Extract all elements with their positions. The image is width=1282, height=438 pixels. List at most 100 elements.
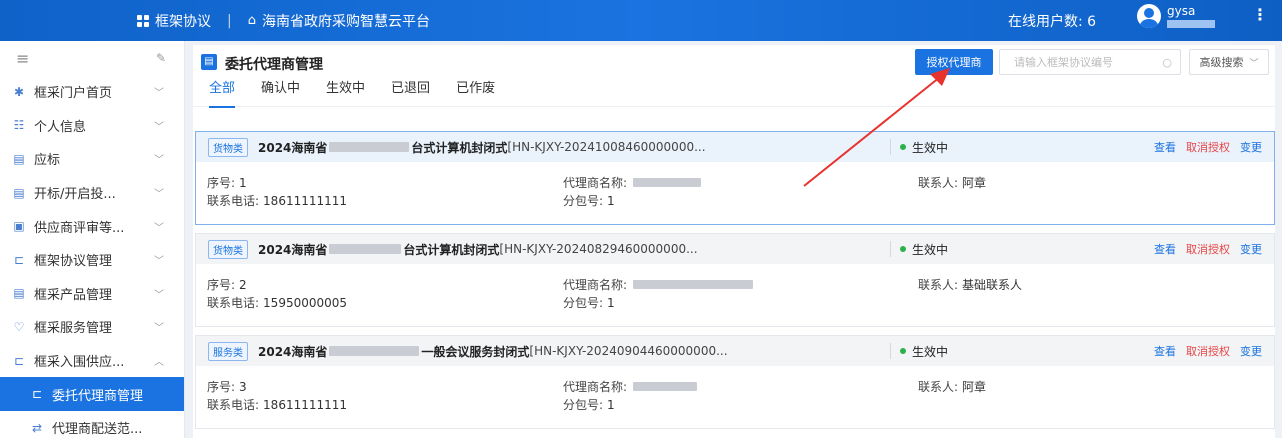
field-value: 1 [607, 193, 615, 208]
card-actions: 查看 取消授权 变更 [1144, 234, 1262, 264]
chevron-down-icon: ﹀ [154, 256, 164, 268]
username[interactable]: gysa [1167, 4, 1195, 18]
advanced-search-button[interactable]: 高级搜索 ﹀ [1189, 49, 1269, 75]
card-header: 货物类 2024海南省 台式计算机封闭式 [HN-KJXY-2024082946… [196, 234, 1274, 264]
top-bar: 框架协议 | ⌂ 海南省政府采购智慧云平台 在线用户数: 6 gysa ⋮ [0, 0, 1282, 41]
sidebar-item-bidding[interactable]: ▤ 应标 ﹀ [0, 142, 184, 176]
agent-card[interactable]: 服务类 2024海南省 一般会议服务封闭式 [HN-KJXY-202409044… [195, 335, 1275, 429]
agreement-title[interactable]: 2024海南省 一般会议服务封闭式 [HN-KJXY-2024090446000… [258, 343, 728, 360]
field-value: 15950000005 [263, 295, 348, 310]
field-label: 联系电话: [207, 296, 260, 310]
hamburger-menu-icon[interactable]: ≡ [16, 49, 29, 68]
page-scrollbar[interactable] [1276, 45, 1282, 438]
agreement-code: [HN-KJXY-20240904460000000... [529, 344, 728, 358]
status-badge: 生效中 [900, 132, 948, 162]
title-prefix: 2024海南省 [258, 344, 328, 359]
search-icon[interactable]: ○ [1162, 56, 1172, 69]
status-text: 生效中 [912, 140, 949, 155]
agreement-title[interactable]: 2024海南省 台式计算机封闭式 [HN-KJXY-20240829460000… [258, 241, 698, 258]
sidebar-item-portal-home[interactable]: ✱ 框采门户首页 ﹀ [0, 75, 184, 109]
divider [890, 241, 891, 257]
agreement-number-input[interactable] [1014, 55, 1163, 69]
app-name[interactable]: 框架协议 [155, 11, 211, 31]
platform-name[interactable]: 海南省政府采购智慧云平台 [262, 11, 430, 31]
field-label: 分包号: [563, 398, 604, 412]
home-icon[interactable]: ⌂ [248, 13, 256, 28]
document-icon: ▤ [201, 54, 217, 70]
tab-effective[interactable]: 生效中 [326, 79, 365, 107]
sidebar-item-product-management[interactable]: ▤ 框采产品管理 ﹀ [0, 277, 184, 311]
field-value: 阿章 [962, 176, 987, 190]
change-button[interactable]: 变更 [1240, 241, 1262, 257]
category-tag: 服务类 [208, 341, 248, 361]
card-header: 货物类 2024海南省 台式计算机封闭式 [HN-KJXY-2024100846… [196, 132, 1274, 162]
agent-card[interactable]: 货物类 2024海南省 台式计算机封闭式 [HN-KJXY-2024082946… [195, 233, 1275, 327]
sidebar-item-agent-management[interactable]: ⊏ 委托代理商管理 [0, 377, 184, 411]
change-button[interactable]: 变更 [1240, 139, 1262, 155]
sidebar-item-personal-info[interactable]: ☷ 个人信息 ﹀ [0, 109, 184, 143]
sidebar-item-label: 代理商配送范... [52, 422, 143, 438]
field-seq: 序号: 3 [207, 378, 247, 395]
tab-all[interactable]: 全部 [209, 79, 236, 108]
sidebar-item-shortlisted-suppliers[interactable]: ⊏ 框采入围供应... ︿ [0, 344, 184, 378]
advanced-search-label: 高级搜索 [1199, 56, 1244, 69]
supplier-icon: ⊏ [13, 353, 25, 368]
chevron-down-icon: ﹀ [154, 189, 164, 201]
field-value: 3 [239, 379, 247, 394]
sidebar-item-label: 供应商评审等... [34, 220, 125, 236]
sidebar-item-supplier-review[interactable]: ▣ 供应商评审等... ﹀ [0, 209, 184, 243]
change-button[interactable]: 变更 [1240, 343, 1262, 359]
title-suffix: 台式计算机封闭式 [403, 242, 500, 257]
agreement-code: [HN-KJXY-20240829460000000... [499, 242, 698, 256]
search-box[interactable]: ○ [999, 49, 1181, 75]
authorize-agent-button[interactable]: 授权代理商 [915, 49, 993, 75]
sidebar-item-label: 框采门户首页 [34, 86, 113, 102]
pin-icon[interactable]: ✎ [156, 51, 166, 65]
card-body: 序号: 1 联系电话: 18611111111 代理商名称: 分包号: 1 联系人: 阿… [196, 162, 1274, 224]
sidebar-item-bid-opening[interactable]: ▤ 开标/开启投... ﹀ [0, 176, 184, 210]
tab-voided[interactable]: 已作废 [456, 79, 495, 107]
review-icon: ▣ [13, 219, 25, 234]
page-header: ▤ 委托代理商管理 授权代理商 ○ 高级搜索 ﹀ [193, 45, 1275, 79]
doc-open-icon: ▤ [13, 185, 25, 200]
app-grid-icon[interactable] [137, 14, 149, 27]
tab-returned[interactable]: 已退回 [391, 79, 430, 107]
tab-confirming[interactable]: 确认中 [261, 79, 300, 107]
agreement-code: [HN-KJXY-20241008460000000... [507, 140, 706, 154]
field-label: 代理商名称: [563, 380, 628, 394]
sidebar-item-agreement-management[interactable]: ⊏ 框架协议管理 ﹀ [0, 243, 184, 277]
chevron-down-icon: ﹀ [154, 222, 164, 234]
title-suffix: 台式计算机封闭式 [411, 140, 508, 155]
cancel-authorization-button[interactable]: 取消授权 [1186, 139, 1230, 155]
cancel-authorization-button[interactable]: 取消授权 [1186, 241, 1230, 257]
sidebar-item-service-management[interactable]: ♡ 框采服务管理 ﹀ [0, 310, 184, 344]
agent-card[interactable]: 货物类 2024海南省 台式计算机封闭式 [HN-KJXY-2024100846… [195, 131, 1275, 225]
sidebar-item-agent-delivery[interactable]: ⇄ 代理商配送范... [0, 411, 184, 438]
sidebar: ≡ ✎ ✱ 框采门户首页 ﹀ ☷ 个人信息 ﹀ ▤ 应标 ﹀ ▤ 开标/开启投.… [0, 41, 185, 438]
more-vertical-icon[interactable]: ⋮ [1252, 7, 1268, 23]
main-panel: ▤ 委托代理商管理 授权代理商 ○ 高级搜索 ﹀ 全部 确认中 生效中 已退回 … [193, 45, 1275, 438]
user-menu[interactable]: gysa [1137, 4, 1215, 28]
redacted-text [633, 280, 754, 289]
field-seq: 序号: 1 [207, 174, 247, 191]
card-header: 服务类 2024海南省 一般会议服务封闭式 [HN-KJXY-202409044… [196, 336, 1274, 366]
redacted-text [633, 178, 702, 187]
field-contact: 联系人: 阿章 [918, 378, 986, 395]
view-button[interactable]: 查看 [1154, 139, 1176, 155]
view-button[interactable]: 查看 [1154, 241, 1176, 257]
sidebar-item-label: 框采服务管理 [34, 321, 113, 337]
view-button[interactable]: 查看 [1154, 343, 1176, 359]
status-dot-icon [900, 144, 906, 150]
product-icon: ▤ [13, 286, 25, 301]
field-label: 序号: [207, 380, 236, 394]
divider [890, 139, 891, 155]
status-tabs: 全部 确认中 生效中 已退回 已作废 [193, 79, 1275, 108]
field-phone: 联系电话: 15950000005 [207, 294, 347, 311]
cancel-authorization-button[interactable]: 取消授权 [1186, 343, 1230, 359]
field-label: 分包号: [563, 296, 604, 310]
title-suffix: 一般会议服务封闭式 [421, 344, 530, 359]
sidebar-top: ≡ ✎ [0, 41, 184, 75]
agreement-title[interactable]: 2024海南省 台式计算机封闭式 [HN-KJXY-20241008460000… [258, 139, 706, 156]
field-label: 代理商名称: [563, 278, 628, 292]
avatar-icon[interactable] [1137, 4, 1161, 28]
